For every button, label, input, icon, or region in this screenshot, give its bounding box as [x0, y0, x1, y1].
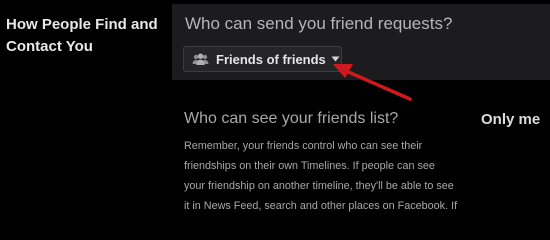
section-title: How People Find and Contact You — [6, 14, 171, 58]
description-line: it in News Feed, search and other places… — [184, 200, 458, 212]
friend-requests-question: Who can send you friend requests? — [185, 14, 453, 33]
chevron-down-icon — [331, 56, 340, 62]
description-line: Remember, your friends control who can s… — [184, 140, 423, 152]
friend-requests-audience-dropdown[interactable]: Friends of friends — [183, 46, 342, 72]
friends-list-setting-value[interactable]: Only me — [481, 111, 540, 128]
section-title-line-2: Contact You — [6, 38, 93, 55]
dropdown-selected-value: Friends of friends — [216, 51, 326, 67]
description-line: your friendship on another timeline, the… — [184, 180, 454, 192]
friend-requests-panel: Who can send you friend requests? Friend… — [172, 4, 550, 80]
section-title-line-1: How People Find and — [6, 16, 158, 33]
description-line: friendships on their own Timelines. If p… — [184, 160, 435, 172]
friends-icon — [192, 53, 209, 65]
friends-list-question: Who can see your friends list? — [184, 110, 399, 127]
friends-list-description: Remember, your friends control who can s… — [184, 136, 474, 216]
